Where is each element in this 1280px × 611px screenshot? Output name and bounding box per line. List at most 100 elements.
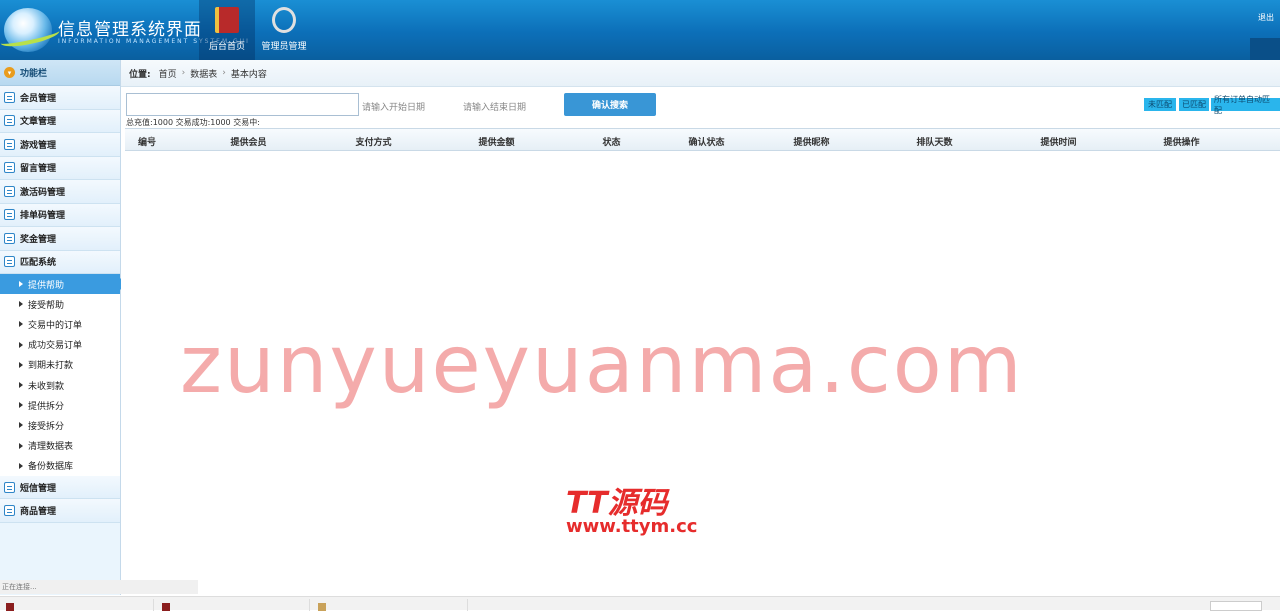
logout-link[interactable]: 退出 — [1258, 12, 1274, 23]
sidebar-subitem[interactable]: 提供帮助 — [0, 274, 126, 295]
nav-admin-label: 管理员管理 — [261, 42, 307, 52]
column-header[interactable]: 提供时间 — [997, 135, 1120, 148]
sidebar-subitem[interactable]: 接受帮助 — [0, 294, 120, 315]
breadcrumb-current: 基本内容 — [230, 69, 267, 80]
collapse-icon: ▾ — [4, 67, 15, 78]
sidebar-item-label: 商品管理 — [20, 507, 57, 518]
sidebar-item-label: 游戏管理 — [20, 140, 57, 151]
watermark-url: www.ttym.cc — [566, 516, 698, 537]
table-header: 编号 ◇ 提供会员 支付方式 提供金额 状态 确认状态 提供昵称 排队天数 提供时间 提供操作 — [125, 128, 1280, 151]
arrow-right-icon — [19, 301, 23, 308]
taskbar-item[interactable] — [312, 599, 468, 611]
header-decoration — [1250, 38, 1280, 60]
sidebar-item[interactable]: 匹配系统 — [0, 250, 120, 274]
sort-icon[interactable]: ◇ — [148, 135, 155, 145]
column-header[interactable]: 支付方式 — [312, 135, 435, 148]
stats-summary: 总充值:1000 交易成功:1000 交易中: — [126, 118, 260, 127]
sidebar-item[interactable]: 排单码管理 — [0, 203, 120, 227]
sidebar-item-label: 文章管理 — [20, 117, 57, 128]
sidebar-item-label: 匹配系统 — [20, 258, 57, 269]
list-icon — [4, 232, 15, 244]
taskbar-item[interactable] — [156, 599, 310, 611]
sidebar: ▾ 功能栏 会员管理文章管理游戏管理留言管理激活码管理排单码管理奖金管理匹配系统… — [0, 60, 126, 595]
breadcrumb-separator: › — [181, 68, 186, 78]
sidebar-item-label: 留言管理 — [20, 164, 57, 175]
sidebar-subitem[interactable]: 到期未打款 — [0, 354, 120, 375]
sidebar-item[interactable]: 文章管理 — [0, 109, 120, 133]
watermark-text: zunyueyuanma.com — [180, 318, 1024, 411]
tools-icon — [272, 7, 296, 33]
list-icon — [4, 256, 15, 268]
arrow-right-icon — [19, 382, 23, 389]
browser-status-bar: 正在连接... — [0, 580, 198, 594]
sidebar-subitem[interactable]: 未收到款 — [0, 374, 120, 396]
sidebar-subitem-label: 提供帮助 — [28, 280, 65, 291]
nav-home[interactable]: 后台首页 — [199, 0, 255, 60]
sidebar-subitem-label: 到期未打款 — [28, 361, 74, 372]
sidebar-subitem[interactable]: 接受拆分 — [0, 415, 120, 436]
list-icon — [4, 209, 15, 221]
sidebar-item[interactable]: 留言管理 — [0, 156, 120, 180]
column-header[interactable]: 排队天数 — [873, 135, 996, 148]
app-title: 信息管理系统界面 — [58, 20, 202, 40]
taskbar-item[interactable] — [0, 599, 154, 611]
column-header[interactable]: 提供金额 — [435, 135, 558, 148]
arrow-right-icon — [19, 422, 23, 429]
end-date-input[interactable]: 请输入结束日期 — [463, 100, 526, 113]
arrow-right-icon — [19, 321, 23, 328]
matched-button[interactable]: 已匹配 — [1179, 98, 1209, 111]
sidebar-header[interactable]: ▾ 功能栏 — [0, 60, 120, 86]
column-header[interactable]: 提供会员 — [187, 135, 310, 148]
arrow-right-icon — [19, 341, 23, 348]
list-icon — [4, 481, 15, 493]
sidebar-subitem-label: 未收到款 — [28, 381, 65, 392]
unmatched-button[interactable]: 未匹配 — [1144, 98, 1176, 111]
list-icon — [4, 162, 15, 174]
sidebar-item[interactable]: 激活码管理 — [0, 180, 120, 204]
arrow-right-icon — [19, 462, 23, 469]
sidebar-subitem[interactable]: 成功交易订单 — [0, 334, 120, 355]
sidebar-subitem-label: 备份数据库 — [28, 462, 74, 473]
breadcrumb-label: 位置: — [129, 69, 151, 80]
column-header[interactable]: 提供操作 — [1120, 135, 1243, 148]
breadcrumb: 位置: 首页 › 数据表 › 基本内容 — [121, 60, 1280, 87]
arrow-right-icon — [19, 281, 23, 288]
start-date-input[interactable] — [126, 93, 359, 116]
list-icon — [4, 505, 15, 517]
sidebar-subitem[interactable]: 交易中的订单 — [0, 314, 120, 335]
sidebar-item[interactable]: 游戏管理 — [0, 133, 120, 157]
sidebar-subitem[interactable]: 提供拆分 — [0, 395, 120, 416]
confirm-search-button[interactable]: 确认搜索 — [564, 93, 656, 116]
list-icon — [4, 138, 15, 150]
arrow-right-icon — [19, 402, 23, 409]
sidebar-subitem-label: 清理数据表 — [28, 442, 74, 453]
top-header: 信息管理系统界面 INFORMATION MANAGEMENT SYSTEM G… — [0, 0, 1280, 60]
list-icon — [4, 91, 15, 103]
sidebar-item[interactable]: 商品管理 — [0, 499, 120, 523]
taskbar — [0, 596, 1280, 611]
column-header[interactable]: 提供昵称 — [750, 135, 873, 148]
start-date-placeholder[interactable]: 请输入开始日期 — [362, 100, 425, 113]
sidebar-item[interactable]: 奖金管理 — [0, 227, 120, 251]
sidebar-subitem[interactable]: 备份数据库 — [0, 455, 120, 476]
sidebar-subitem[interactable]: 清理数据表 — [0, 435, 120, 456]
book-icon — [215, 7, 239, 33]
sidebar-subitem-label: 提供拆分 — [28, 401, 65, 412]
nav-admin[interactable]: 管理员管理 — [256, 0, 312, 60]
sidebar-subitem-label: 交易中的订单 — [28, 320, 83, 331]
nav-home-label: 后台首页 — [208, 42, 245, 52]
breadcrumb-table[interactable]: 数据表 — [190, 67, 217, 80]
auto-match-all-button[interactable]: 所有订单自动匹配 — [1211, 95, 1280, 115]
sidebar-subitem-label: 成功交易订单 — [28, 341, 83, 352]
list-icon — [4, 185, 15, 197]
sidebar-item[interactable]: 短信管理 — [0, 475, 120, 500]
sidebar-item[interactable]: 会员管理 — [0, 86, 120, 110]
sidebar-item-label: 激活码管理 — [20, 187, 66, 198]
sidebar-item-label: 排单码管理 — [20, 211, 66, 222]
breadcrumb-home[interactable]: 首页 — [159, 67, 177, 80]
sidebar-subitem-label: 接受拆分 — [28, 421, 65, 432]
sidebar-item-label: 奖金管理 — [20, 234, 57, 245]
search-row: 请输入开始日期 请输入结束日期 确认搜索 未匹配 已匹配 所有订单自动匹配 — [121, 93, 1280, 117]
arrow-right-icon — [19, 442, 23, 449]
list-icon — [4, 115, 15, 127]
